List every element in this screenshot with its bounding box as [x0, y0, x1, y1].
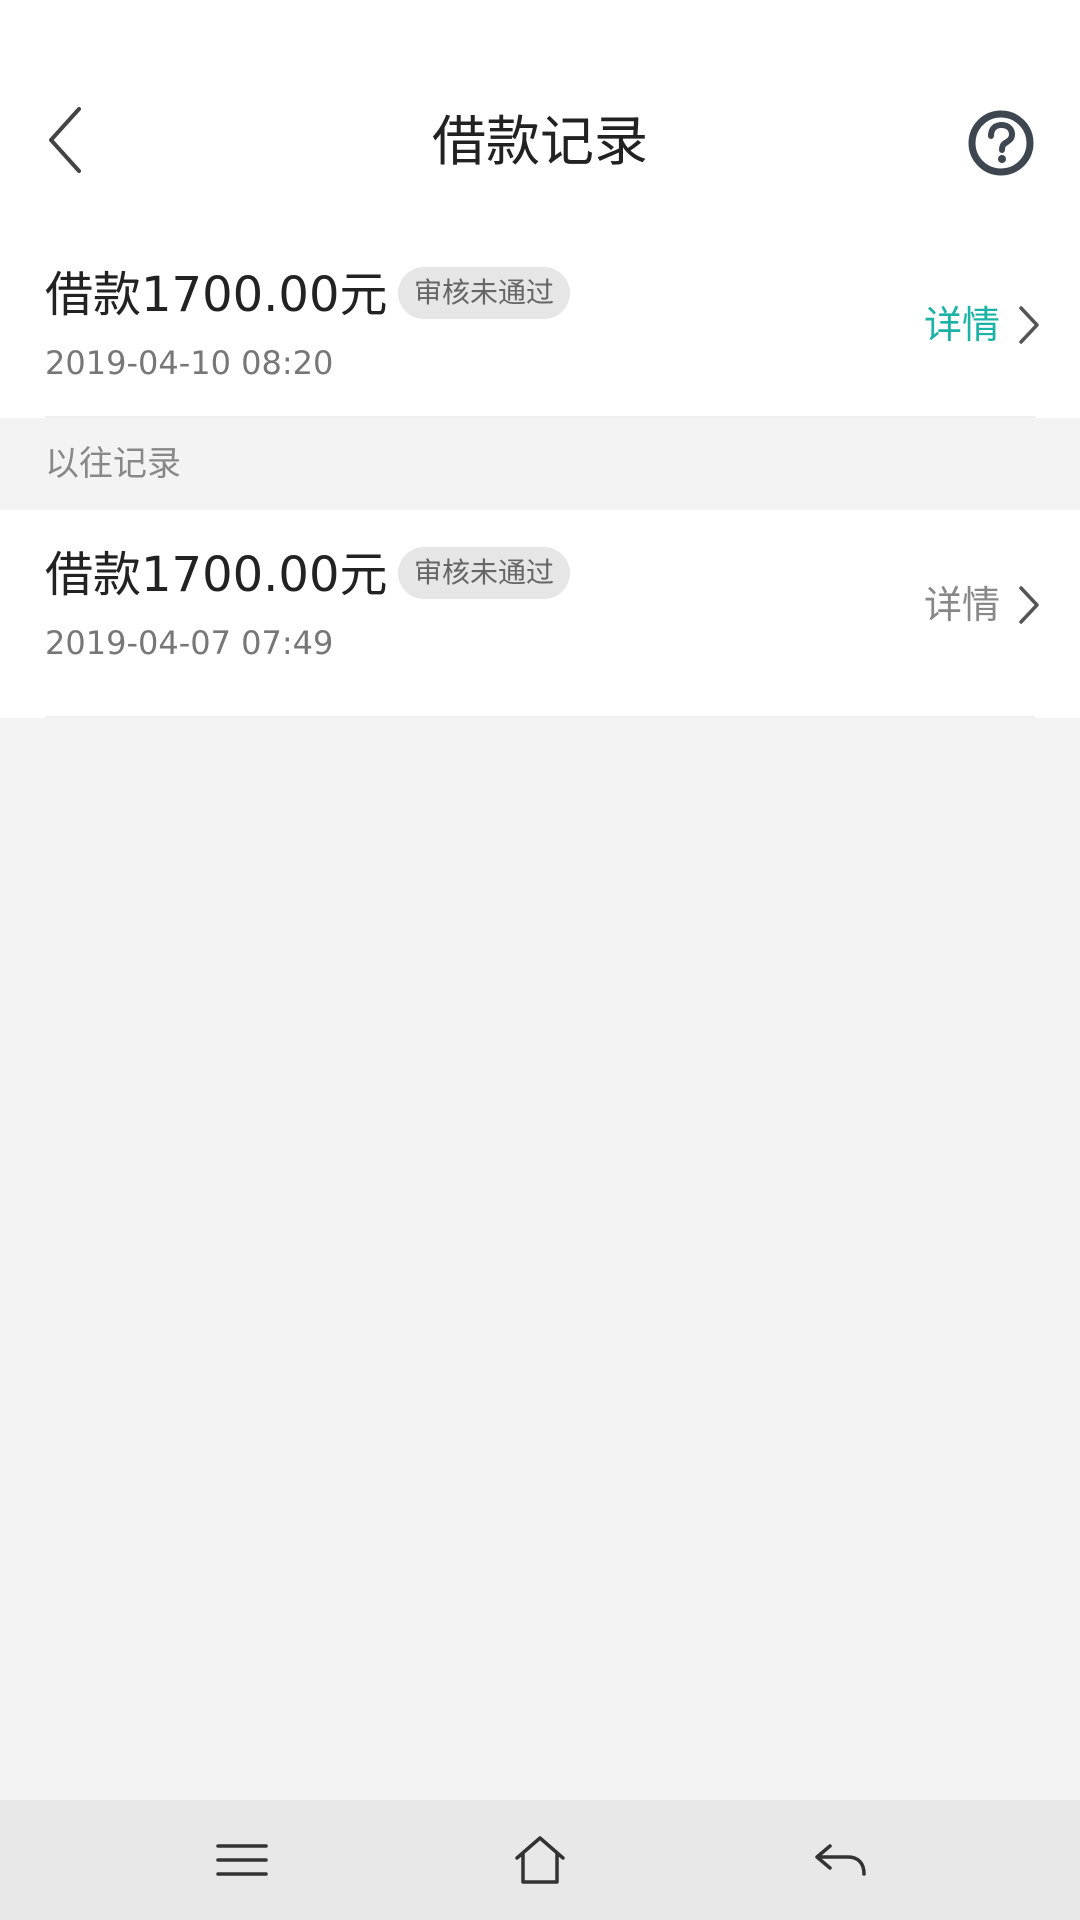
- menu-button[interactable]: [202, 1828, 282, 1892]
- return-icon: [815, 1844, 866, 1876]
- help-button[interactable]: [968, 110, 1034, 176]
- record-date: 2019-04-07 07:49: [45, 624, 334, 662]
- detail-link[interactable]: 详情: [924, 570, 1040, 640]
- detail-label: 详情: [923, 583, 1000, 627]
- current-record-row[interactable]: 借款1700.00元 审核未通过 2019-04-10 08:20 详情: [0, 230, 1080, 418]
- history-record-row[interactable]: 借款1700.00元 审核未通过 2019-04-07 07:49 详情: [0, 510, 1080, 718]
- chevron-right-icon: [1019, 306, 1039, 344]
- section-label: 以往记录: [45, 444, 181, 484]
- page-title: 借款记录: [432, 110, 648, 173]
- chevron-right-icon: [1019, 586, 1039, 624]
- status-badge: 审核未通过: [398, 547, 571, 599]
- history-section-header: 以往记录: [0, 418, 1080, 510]
- detail-link[interactable]: 详情: [924, 290, 1040, 360]
- record-date: 2019-04-10 08:20: [45, 344, 334, 382]
- detail-label: 详情: [923, 303, 1000, 347]
- record-amount: 借款1700.00元: [45, 267, 388, 323]
- menu-icon: [216, 1844, 268, 1876]
- system-nav-bar: [0, 1800, 1080, 1920]
- divider: [45, 716, 1035, 718]
- home-icon: [515, 1836, 565, 1884]
- question-circle-icon: [968, 110, 1034, 176]
- app-header: 借款记录: [0, 0, 1080, 230]
- record-amount: 借款1700.00元: [45, 547, 388, 603]
- status-badge: 审核未通过: [398, 267, 571, 319]
- screen: 借款记录 借款1700.00元 审核未通过 2019-04-10 08:20 详…: [0, 0, 1080, 1920]
- home-button[interactable]: [500, 1828, 580, 1892]
- system-back-button[interactable]: [800, 1828, 880, 1892]
